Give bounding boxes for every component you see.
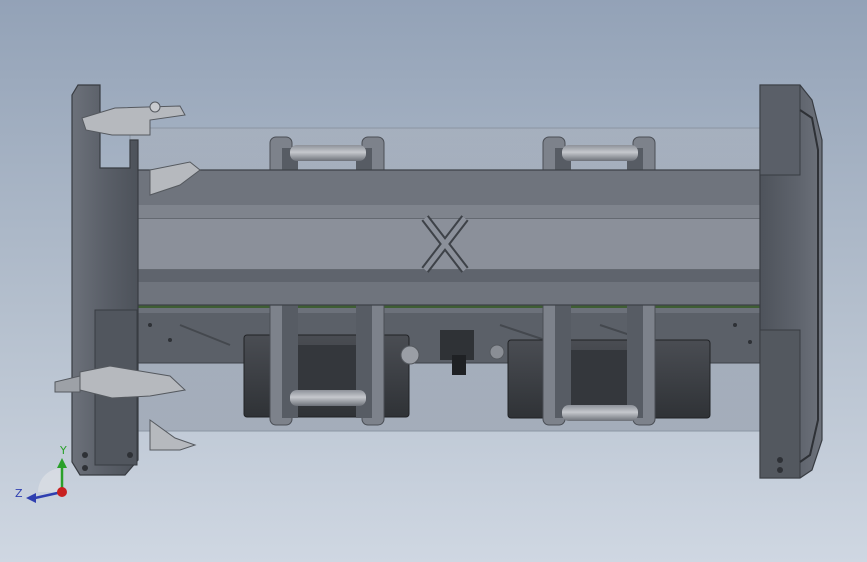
right-end-flange[interactable]	[759, 84, 823, 479]
cad-3d-viewport[interactable]: Y Z	[0, 0, 867, 562]
z-axis-label: Z	[15, 487, 23, 500]
y-axis-arrowhead	[57, 458, 67, 468]
x-axis-dot	[57, 487, 67, 497]
view-orientation-triad: Y Z	[15, 444, 67, 503]
left-end-flange[interactable]	[71, 84, 139, 476]
y-axis-label: Y	[59, 444, 67, 457]
z-axis-arrowhead	[26, 493, 36, 503]
top-cross-brace-frame[interactable]	[99, 169, 801, 306]
